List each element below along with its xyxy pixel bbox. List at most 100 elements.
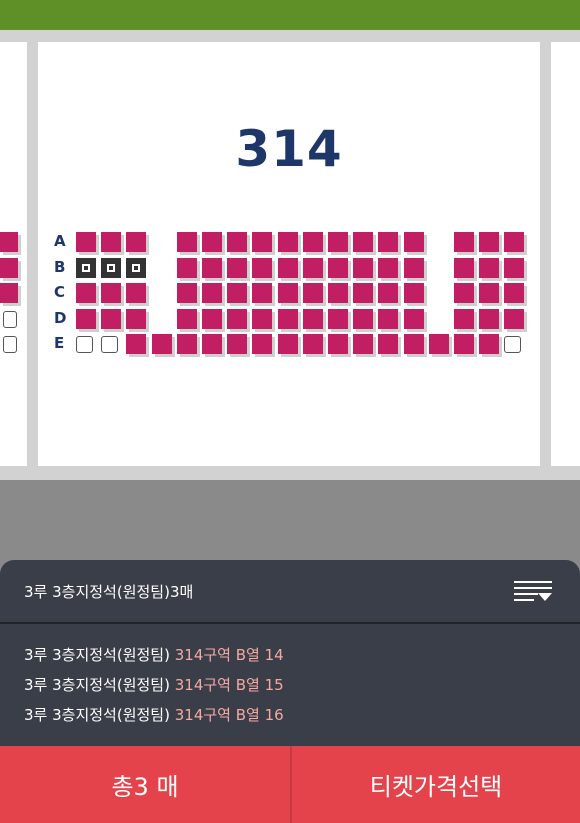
seat-d-1[interactable]: [76, 309, 96, 329]
seat-d-5[interactable]: [177, 309, 197, 329]
seat-a-8[interactable]: [252, 232, 272, 252]
seat-c-12[interactable]: [353, 283, 373, 303]
seat-e-17[interactable]: [479, 334, 499, 354]
seat-a-3[interactable]: [126, 232, 146, 252]
seat-b-7[interactable]: [227, 258, 247, 278]
seat-a-1[interactable]: [76, 232, 96, 252]
seat-c-6[interactable]: [202, 283, 222, 303]
seat-e-8[interactable]: [252, 334, 272, 354]
seat-e-11[interactable]: [328, 334, 348, 354]
seat-e-2: [101, 336, 118, 353]
seat-a-2[interactable]: [101, 232, 121, 252]
seat-b-18[interactable]: [504, 258, 524, 278]
seat-e-9[interactable]: [278, 334, 298, 354]
seat-a-12[interactable]: [353, 232, 373, 252]
seat-c-18[interactable]: [504, 283, 524, 303]
selected-seats-list: 3루 3층지정석(원정팀) 314구역 B열 14 3루 3층지정석(원정팀) …: [24, 640, 284, 730]
seat-a-17[interactable]: [479, 232, 499, 252]
seat-b-14[interactable]: [404, 258, 424, 278]
select-ticket-price-button[interactable]: 티켓가격선택: [292, 746, 580, 823]
seat-e-16[interactable]: [454, 334, 474, 354]
seat-d-10[interactable]: [303, 309, 323, 329]
seat-d-11[interactable]: [328, 309, 348, 329]
seat-d-8[interactable]: [252, 309, 272, 329]
adjacent-seat: [3, 311, 17, 328]
adjacent-section-right[interactable]: [551, 42, 580, 466]
seat-a-13[interactable]: [378, 232, 398, 252]
seat-b-2[interactable]: [101, 258, 121, 278]
seat-e-10[interactable]: [303, 334, 323, 354]
seat-a-16[interactable]: [454, 232, 474, 252]
selection-summary-title: 3루 3층지정석(원정팀)3매: [24, 583, 194, 601]
seat-d-2[interactable]: [101, 309, 121, 329]
seat-b-17[interactable]: [479, 258, 499, 278]
seat-b-8[interactable]: [252, 258, 272, 278]
seat-e-13[interactable]: [378, 334, 398, 354]
seat-e-14[interactable]: [404, 334, 424, 354]
seat-c-5[interactable]: [177, 283, 197, 303]
seat-d-14[interactable]: [404, 309, 424, 329]
seat-a-11[interactable]: [328, 232, 348, 252]
seat-a-6[interactable]: [202, 232, 222, 252]
adjacent-section-left[interactable]: [0, 42, 27, 466]
seat-d-16[interactable]: [454, 309, 474, 329]
seat-d-17[interactable]: [479, 309, 499, 329]
seat-a-14[interactable]: [404, 232, 424, 252]
seat-c-16[interactable]: [454, 283, 474, 303]
seat-a-5[interactable]: [177, 232, 197, 252]
total-count-button[interactable]: 총3 매: [0, 746, 290, 823]
seat-zone: 3루 3층지정석(원정팀): [24, 646, 170, 664]
seat-b-3[interactable]: [126, 258, 146, 278]
adjacent-seat[interactable]: [0, 258, 18, 278]
seat-c-3[interactable]: [126, 283, 146, 303]
seat-c-13[interactable]: [378, 283, 398, 303]
adjacent-seat[interactable]: [0, 232, 18, 252]
seat-c-10[interactable]: [303, 283, 323, 303]
seat-e-12[interactable]: [353, 334, 373, 354]
seat-b-13[interactable]: [378, 258, 398, 278]
seat-d-3[interactable]: [126, 309, 146, 329]
seat-c-8[interactable]: [252, 283, 272, 303]
seat-b-12[interactable]: [353, 258, 373, 278]
seat-b-16[interactable]: [454, 258, 474, 278]
seat-d-9[interactable]: [278, 309, 298, 329]
seat-c-14[interactable]: [404, 283, 424, 303]
adjacent-seat: [3, 336, 17, 353]
seat-zone: 3루 3층지정석(원정팀): [24, 676, 170, 694]
seat-b-9[interactable]: [278, 258, 298, 278]
selected-seat-item: 3루 3층지정석(원정팀) 314구역 B열 14: [24, 640, 284, 670]
seat-b-1[interactable]: [76, 258, 96, 278]
seat-c-17[interactable]: [479, 283, 499, 303]
seat-c-9[interactable]: [278, 283, 298, 303]
seat-e-6[interactable]: [202, 334, 222, 354]
seat-a-10[interactable]: [303, 232, 323, 252]
adjacent-seat[interactable]: [0, 283, 18, 303]
seat-e-4[interactable]: [152, 334, 172, 354]
seat-b-5[interactable]: [177, 258, 197, 278]
row-label-d: D: [54, 309, 67, 327]
seat-e-18: [504, 336, 521, 353]
seat-a-9[interactable]: [278, 232, 298, 252]
seat-map[interactable]: 314 ABCDE: [0, 30, 580, 480]
seat-c-11[interactable]: [328, 283, 348, 303]
seat-e-5[interactable]: [177, 334, 197, 354]
seat-a-7[interactable]: [227, 232, 247, 252]
seat-d-18[interactable]: [504, 309, 524, 329]
seat-e-15[interactable]: [429, 334, 449, 354]
seat-d-12[interactable]: [353, 309, 373, 329]
seat-e-7[interactable]: [227, 334, 247, 354]
seat-d-13[interactable]: [378, 309, 398, 329]
seat-c-2[interactable]: [101, 283, 121, 303]
seat-d-7[interactable]: [227, 309, 247, 329]
seat-c-1[interactable]: [76, 283, 96, 303]
row-label-c: C: [54, 283, 66, 301]
seat-e-3[interactable]: [126, 334, 146, 354]
seat-c-7[interactable]: [227, 283, 247, 303]
seat-b-11[interactable]: [328, 258, 348, 278]
seat-b-10[interactable]: [303, 258, 323, 278]
seat-b-6[interactable]: [202, 258, 222, 278]
list-collapse-icon[interactable]: [512, 578, 554, 608]
seat-detail: 314구역 B열 16: [174, 706, 284, 724]
seat-d-6[interactable]: [202, 309, 222, 329]
seat-a-18[interactable]: [504, 232, 524, 252]
